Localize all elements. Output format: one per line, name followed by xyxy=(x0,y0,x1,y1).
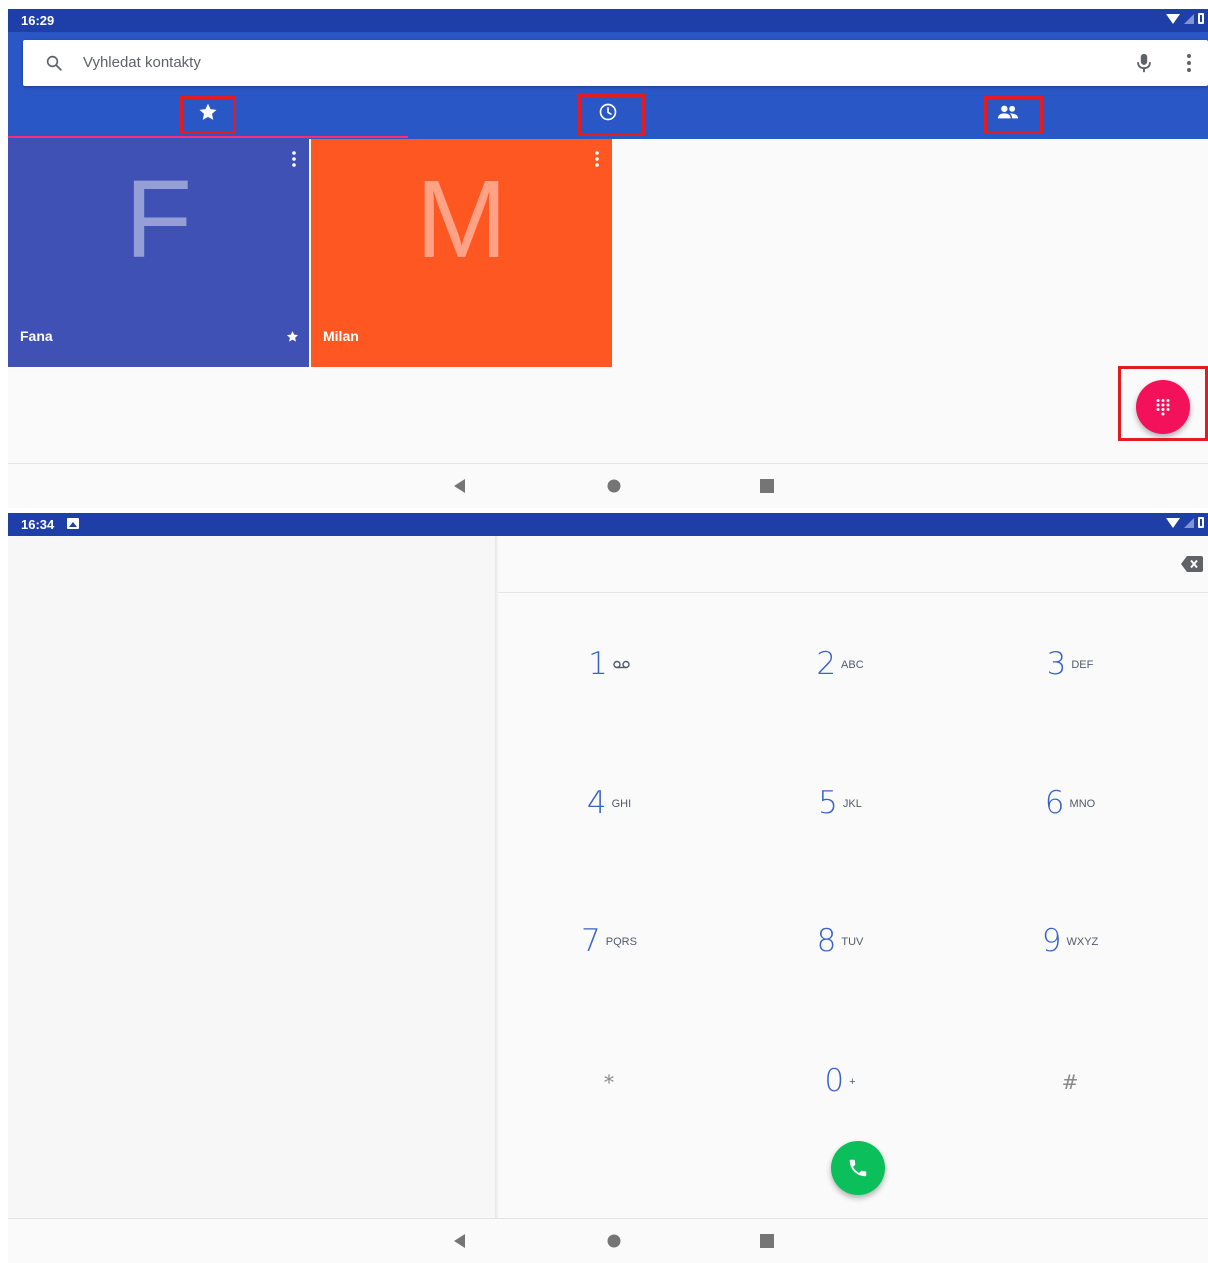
more-options-icon[interactable] xyxy=(1184,52,1194,74)
dialpad-key-4[interactable]: 4 GHI xyxy=(549,785,669,845)
battery-icon xyxy=(1198,13,1204,24)
contact-name: Fana xyxy=(20,328,53,344)
back-icon[interactable] xyxy=(451,477,469,495)
dialpad-key-1[interactable]: 1 xyxy=(549,646,669,706)
key-digit: 8 xyxy=(816,923,837,959)
key-digit: 3 xyxy=(1046,646,1067,682)
status-bar: 16:34 xyxy=(8,513,1208,536)
key-digit: 7 xyxy=(581,923,601,959)
contact-menu-icon[interactable] xyxy=(289,150,299,168)
dialpad-key-8[interactable]: 8 TUV xyxy=(780,923,900,983)
dialpad-key-3[interactable]: 3 DEF xyxy=(1010,646,1130,706)
search-bar[interactable]: Vyhledat kontakty xyxy=(23,40,1208,86)
highlight-box xyxy=(984,96,1043,134)
signal-icon xyxy=(1184,517,1194,528)
highlight-box xyxy=(578,94,645,136)
contacts-favorites-screen: 16:29 Vyhledat kontakty F Fana M Milan xyxy=(8,9,1208,508)
contact-name: Milan xyxy=(323,328,359,344)
starred-icon xyxy=(286,331,299,342)
key-letters: WXYZ xyxy=(1066,936,1099,948)
search-icon xyxy=(46,55,62,71)
key-letters: + xyxy=(849,1076,856,1088)
key-digit: 1 xyxy=(588,646,608,682)
battery-icon xyxy=(1198,517,1204,528)
favorite-contact-tile[interactable]: M Milan xyxy=(311,139,612,367)
key-letters: JKL xyxy=(842,798,862,810)
dialpad-key-0[interactable]: 0 + xyxy=(780,1063,900,1123)
contact-initial: M xyxy=(415,158,508,281)
navigation-bar xyxy=(8,463,1208,508)
status-time: 16:29 xyxy=(21,13,55,28)
mic-icon[interactable] xyxy=(1134,52,1154,74)
dialpad-key-star[interactable]: * xyxy=(549,1070,669,1130)
recents-icon[interactable] xyxy=(758,477,776,495)
key-digit: 6 xyxy=(1044,785,1065,821)
signal-icon xyxy=(1184,13,1194,24)
status-time: 16:34 xyxy=(21,517,55,532)
key-letters: TUV xyxy=(841,936,864,948)
highlight-box xyxy=(1118,366,1208,441)
key-digit: 5 xyxy=(818,785,838,821)
dialpad-key-9[interactable]: 9 WXYZ xyxy=(1010,923,1130,983)
search-input[interactable]: Vyhledat kontakty xyxy=(83,54,201,71)
backspace-icon[interactable] xyxy=(1181,556,1203,572)
navigation-bar xyxy=(8,1218,1208,1263)
phone-icon xyxy=(849,1159,867,1177)
dialpad-key-5[interactable]: 5 JKL xyxy=(780,785,900,845)
status-icons xyxy=(1166,517,1204,528)
status-bar: 16:29 xyxy=(8,9,1208,32)
key-letters: MNO xyxy=(1069,798,1096,810)
dialed-digits-field[interactable] xyxy=(498,536,1208,593)
key-letters: PQRS xyxy=(605,936,637,948)
recents-icon[interactable] xyxy=(758,1232,776,1250)
dialpad-key-hash[interactable]: # xyxy=(1010,1070,1130,1130)
key-digit: 4 xyxy=(586,785,607,821)
status-icons xyxy=(1166,13,1204,24)
dialpad-screen: 16:34 1 2 ABC 3 DEF 4 GHI 5 JKL 6 MNO 7 PQRS 8… xyxy=(8,513,1208,1263)
home-icon[interactable] xyxy=(605,1232,623,1250)
dialpad-key-2[interactable]: 2 ABC xyxy=(780,646,900,706)
key-digit: 2 xyxy=(816,646,837,682)
contact-initial: F xyxy=(124,158,193,281)
wifi-icon xyxy=(1166,13,1180,24)
key-digit: 0 xyxy=(824,1063,845,1099)
key-digit: 9 xyxy=(1041,923,1062,959)
dialpad-key-6[interactable]: 6 MNO xyxy=(1010,785,1130,845)
dialpad-key-7[interactable]: 7 PQRS xyxy=(549,923,669,983)
contact-menu-icon[interactable] xyxy=(592,150,602,168)
key-digit: # xyxy=(1061,1070,1079,1094)
key-letters: ABC xyxy=(841,659,864,671)
tab-indicator xyxy=(8,136,408,138)
key-letters: DEF xyxy=(1071,659,1094,671)
home-icon[interactable] xyxy=(605,477,623,495)
call-button[interactable] xyxy=(831,1141,885,1195)
results-pane xyxy=(8,536,497,1225)
highlight-box xyxy=(180,96,236,134)
key-digit: * xyxy=(604,1070,614,1094)
wifi-icon xyxy=(1166,517,1180,528)
pane-divider xyxy=(495,536,499,1225)
gallery-notification-icon xyxy=(67,518,79,529)
back-icon[interactable] xyxy=(451,1232,469,1250)
voicemail-icon xyxy=(613,660,630,668)
key-letters: GHI xyxy=(611,798,632,810)
favorite-contact-tile[interactable]: F Fana xyxy=(8,139,309,367)
